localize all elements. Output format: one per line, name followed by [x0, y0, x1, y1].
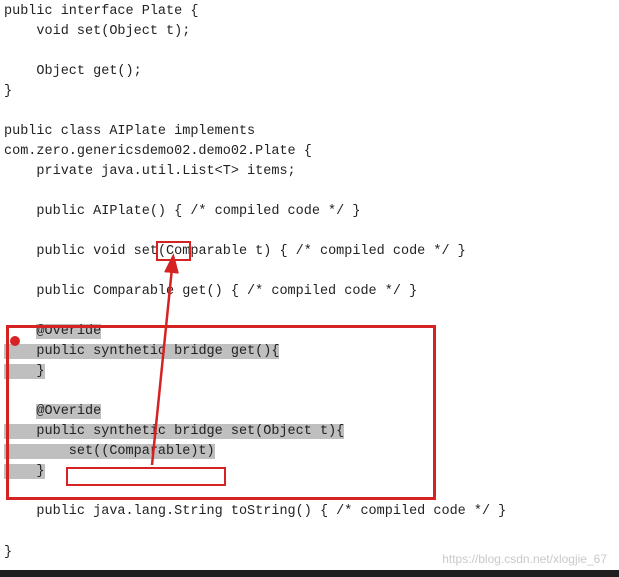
line: public interface Plate { — [4, 4, 198, 19]
line lineblue: } — [4, 464, 45, 479]
bridge-call: set((Comparable)t) — [4, 444, 215, 459]
line: set((Comparable)t) — [4, 444, 215, 459]
synthetic-bridge: synthetic bridge — [93, 344, 223, 359]
override-annotation: @Overide — [36, 404, 101, 419]
method-set: set — [134, 244, 158, 259]
taskbar — [0, 570, 619, 577]
line: } — [4, 364, 45, 379]
line: @Overide — [4, 404, 101, 419]
line: public class AIPlate implements — [4, 124, 255, 139]
line: public synthetic bridge set(Object t){ — [4, 424, 344, 439]
closing-brace: } — [4, 543, 12, 563]
line: } — [4, 84, 12, 99]
line: void set(Object t); — [4, 24, 190, 39]
line: public synthetic bridge get(){ — [4, 344, 279, 359]
override-annotation: @Overide — [36, 324, 101, 339]
line: public java.lang.String toString() { /* … — [4, 504, 506, 519]
synthetic-bridge: synthetic bridge — [93, 424, 223, 439]
watermark: https://blog.csdn.net/xlogjie_67 — [442, 549, 607, 569]
line: public Comparable get() { /* compiled co… — [4, 284, 417, 299]
line: Object get(); — [4, 64, 142, 79]
line: public AIPlate() { /* compiled code */ } — [4, 204, 360, 219]
annotation-dot — [10, 336, 20, 346]
line: private java.util.List<T> items; — [4, 164, 296, 179]
line: public void set(Comparable t) { /* compi… — [4, 244, 466, 259]
code-block: public interface Plate { void set(Object… — [0, 0, 619, 522]
line: com.zero.genericsdemo02.demo02.Plate { — [4, 144, 312, 159]
